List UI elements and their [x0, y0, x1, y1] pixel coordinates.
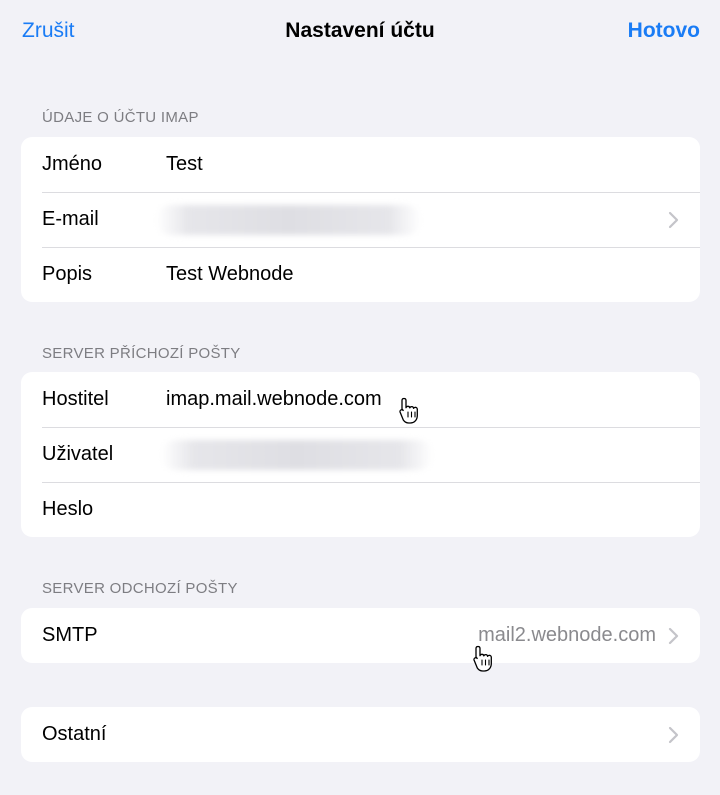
outgoing-section-header: SERVER ODCHOZÍ POŠTY — [42, 580, 238, 597]
chevron-right-icon — [668, 726, 679, 743]
password-label: Heslo — [42, 498, 94, 520]
host-value[interactable]: imap.mail.webnode.com — [166, 388, 382, 411]
description-value[interactable]: Test Webnode — [166, 263, 294, 286]
imap-section-header: ÚDAJE O ÚČTU IMAP — [42, 109, 199, 126]
chevron-right-icon — [668, 627, 679, 644]
email-row[interactable]: E-mail — [21, 192, 700, 247]
email-label: E-mail — [42, 208, 99, 230]
outgoing-server-group: SMTP mail2.webnode.com — [21, 608, 700, 663]
password-field[interactable] — [166, 494, 680, 525]
incoming-server-group: Hostitel imap.mail.webnode.com Uživatel … — [21, 372, 700, 537]
user-row[interactable]: Uživatel — [21, 427, 700, 482]
name-value[interactable]: Test — [166, 153, 203, 176]
password-row[interactable]: Heslo — [21, 482, 700, 537]
smtp-row[interactable]: SMTP mail2.webnode.com — [21, 608, 700, 663]
imap-account-group: Jméno Test E-mail Popis Test Webnode — [21, 137, 700, 302]
name-label: Jméno — [42, 153, 103, 175]
email-value-redacted — [156, 204, 421, 235]
user-value-redacted — [161, 439, 433, 470]
user-label: Uživatel — [42, 443, 114, 465]
smtp-value: mail2.webnode.com — [478, 624, 656, 646]
name-row[interactable]: Jméno Test — [21, 137, 700, 192]
chevron-right-icon — [668, 211, 679, 228]
host-row[interactable]: Hostitel imap.mail.webnode.com — [21, 372, 700, 427]
description-row[interactable]: Popis Test Webnode — [21, 247, 700, 302]
page-title: Nastavení účtu — [285, 19, 435, 42]
host-label: Hostitel — [42, 388, 109, 410]
other-label: Ostatní — [42, 723, 107, 745]
account-settings-screen: Zrušit Nastavení účtu Hotovo ÚDAJE O ÚČT… — [0, 0, 720, 795]
incoming-section-header: SERVER PŘÍCHOZÍ POŠTY — [42, 345, 241, 362]
done-button[interactable]: Hotovo — [628, 19, 700, 43]
smtp-label: SMTP — [42, 624, 98, 646]
other-group: Ostatní — [21, 707, 700, 762]
navigation-bar: Zrušit Nastavení účtu Hotovo — [0, 0, 720, 64]
cancel-button[interactable]: Zrušit — [22, 19, 75, 43]
description-label: Popis — [42, 263, 93, 285]
other-row[interactable]: Ostatní — [21, 707, 700, 762]
